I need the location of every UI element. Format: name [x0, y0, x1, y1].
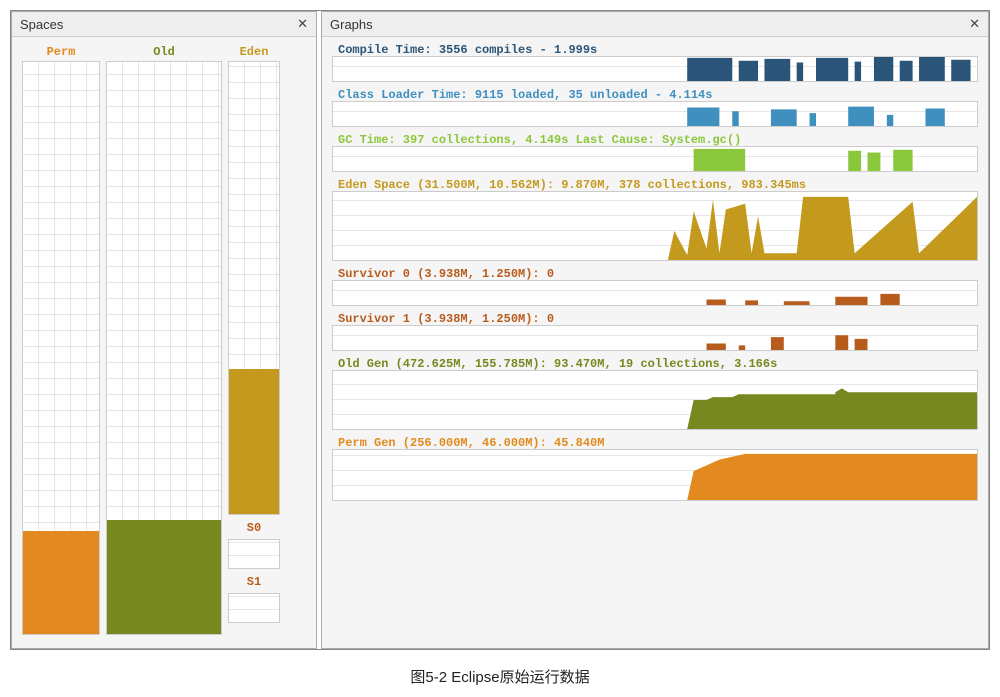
spaces-title: Spaces [20, 17, 63, 32]
graph-survivor0-title: Survivor 0 (3.938M, 1.250M): 0 [332, 267, 978, 281]
graph-old-gen-chart[interactable] [332, 370, 978, 430]
graph-survivor0: Survivor 0 (3.938M, 1.250M): 0 [332, 267, 978, 306]
space-eden-bar[interactable] [228, 61, 280, 515]
space-old-label: Old [153, 45, 175, 59]
spaces-panel: Spaces ✕ Perm Old Eden S0 [11, 11, 317, 649]
graphs-title: Graphs [330, 17, 373, 32]
graph-class-loader-svg [333, 102, 977, 126]
graph-compile: Compile Time: 3556 compiles - 1.999s [332, 43, 978, 82]
graph-class-loader-title: Class Loader Time: 9115 loaded, 35 unloa… [332, 88, 978, 102]
space-perm-fill [23, 531, 99, 634]
spaces-body: Perm Old Eden S0 S1 [12, 37, 316, 648]
graph-eden-space: Eden Space (31.500M, 10.562M): 9.870M, 3… [332, 178, 978, 261]
graph-eden-space-svg [333, 192, 977, 260]
space-eden: Eden S0 S1 [228, 45, 280, 640]
graph-survivor0-svg [333, 281, 977, 305]
graph-perm-gen-svg [333, 450, 977, 500]
graph-perm-gen-title: Perm Gen (256.000M, 46.000M): 45.840M [332, 436, 978, 450]
graph-eden-space-chart[interactable] [332, 191, 978, 261]
graph-gc-time-svg [333, 147, 977, 171]
space-perm-label: Perm [47, 45, 76, 59]
space-perm: Perm [22, 45, 100, 640]
graph-class-loader: Class Loader Time: 9115 loaded, 35 unloa… [332, 88, 978, 127]
space-old-fill [107, 520, 221, 634]
graph-perm-gen: Perm Gen (256.000M, 46.000M): 45.840M [332, 436, 978, 501]
space-old-bar[interactable] [106, 61, 222, 635]
graph-survivor1: Survivor 1 (3.938M, 1.250M): 0 [332, 312, 978, 351]
graph-compile-title: Compile Time: 3556 compiles - 1.999s [332, 43, 978, 57]
graph-compile-chart[interactable] [332, 56, 978, 82]
app-root: Spaces ✕ Perm Old Eden S0 [10, 10, 990, 650]
graphs-panel: Graphs ✕ Compile Time: 3556 compiles - 1… [321, 11, 989, 649]
space-eden-label: Eden [240, 45, 269, 59]
graph-survivor1-svg [333, 326, 977, 350]
close-icon[interactable]: ✕ [297, 16, 308, 32]
graph-class-loader-chart[interactable] [332, 101, 978, 127]
space-s1-label: S1 [247, 575, 261, 589]
space-eden-fill [229, 369, 279, 514]
space-s0-label: S0 [247, 521, 261, 535]
graph-old-gen-svg [333, 371, 977, 429]
graph-perm-gen-chart[interactable] [332, 449, 978, 501]
spaces-header: Spaces ✕ [12, 12, 316, 37]
graphs-body: Compile Time: 3556 compiles - 1.999s Cla… [322, 37, 988, 648]
graph-survivor1-chart[interactable] [332, 325, 978, 351]
space-perm-bar[interactable] [22, 61, 100, 635]
close-icon[interactable]: ✕ [969, 16, 980, 32]
graph-gc-time-chart[interactable] [332, 146, 978, 172]
graph-compile-svg [333, 57, 977, 81]
figure-caption: 图5-2 Eclipse原始运行数据 [10, 666, 990, 687]
graph-gc-time-title: GC Time: 397 collections, 4.149s Last Ca… [332, 133, 978, 147]
space-s1-bar[interactable] [228, 593, 280, 623]
graph-survivor0-chart[interactable] [332, 280, 978, 306]
graph-eden-space-title: Eden Space (31.500M, 10.562M): 9.870M, 3… [332, 178, 978, 192]
space-s0-bar[interactable] [228, 539, 280, 569]
graph-gc-time: GC Time: 397 collections, 4.149s Last Ca… [332, 133, 978, 172]
space-old: Old [106, 45, 222, 640]
graph-old-gen: Old Gen (472.625M, 155.785M): 93.470M, 1… [332, 357, 978, 430]
graph-old-gen-title: Old Gen (472.625M, 155.785M): 93.470M, 1… [332, 357, 978, 371]
graphs-header: Graphs ✕ [322, 12, 988, 37]
graph-survivor1-title: Survivor 1 (3.938M, 1.250M): 0 [332, 312, 978, 326]
